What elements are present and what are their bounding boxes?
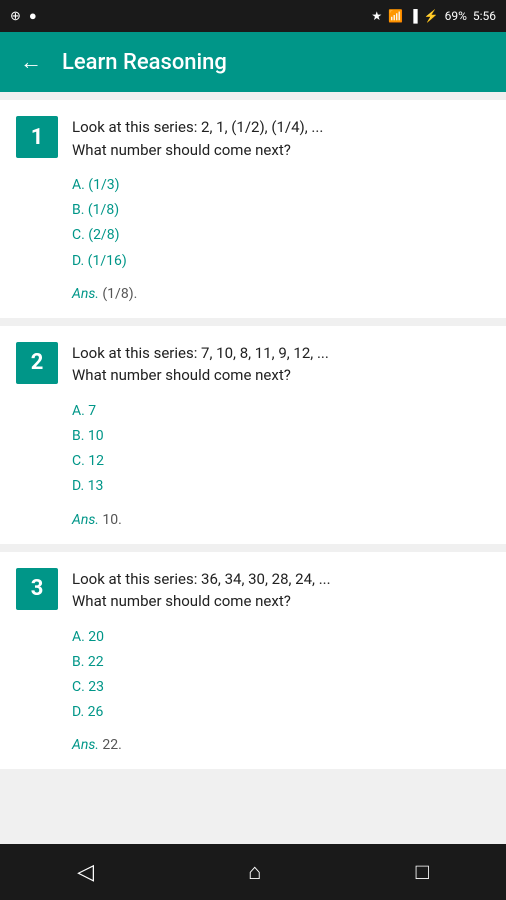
question-card-3: 3 Look at this series: 36, 34, 30, 28, 24…	[0, 552, 506, 770]
answer-1: Ans. (1/8).	[72, 286, 490, 302]
usb-icon: ⊕	[10, 9, 21, 24]
option-3-3[interactable]: C. 23	[72, 675, 490, 700]
app-bar: ← Learn Reasoning	[0, 32, 506, 92]
battery-icon: ⚡	[424, 9, 439, 23]
dot-icon: ●	[29, 8, 37, 24]
option-3-4[interactable]: D. 26	[72, 700, 490, 725]
content: 1 Look at this series: 2, 1, (1/2), (1/4)…	[0, 92, 506, 844]
question-card-1: 1 Look at this series: 2, 1, (1/2), (1/4)…	[0, 100, 506, 318]
options-3: A. 20B. 22C. 23D. 26	[72, 625, 490, 726]
home-nav-button[interactable]: ⌂	[232, 851, 277, 893]
option-1-4[interactable]: D. (1/16)	[72, 249, 490, 274]
answer-label-1: Ans.	[72, 286, 102, 302]
options-2: A. 7B. 10C. 12D. 13	[72, 399, 490, 500]
option-2-2[interactable]: B. 10	[72, 424, 490, 449]
question-text-3: Look at this series: 36, 34, 30, 28, 24,…	[72, 568, 490, 613]
answer-value-2: 10.	[102, 512, 121, 528]
answer-value-3: 22.	[102, 737, 121, 753]
app-bar-title: Learn Reasoning	[62, 50, 227, 75]
status-bar-right: ★ 📶 ▐ ⚡ 69% 5:56	[371, 9, 496, 23]
signal-icon: ▐	[409, 9, 418, 23]
back-button[interactable]: ←	[16, 45, 46, 79]
question-text-1: Look at this series: 2, 1, (1/2), (1/4),…	[72, 116, 490, 161]
question-number-3: 3	[16, 568, 58, 610]
wifi-icon: 📶	[388, 9, 403, 23]
option-1-1[interactable]: A. (1/3)	[72, 173, 490, 198]
option-1-3[interactable]: C. (2/8)	[72, 223, 490, 248]
option-2-4[interactable]: D. 13	[72, 474, 490, 499]
option-3-2[interactable]: B. 22	[72, 650, 490, 675]
answer-2: Ans. 10.	[72, 512, 490, 528]
time: 5:56	[473, 9, 496, 23]
question-header-1: 1 Look at this series: 2, 1, (1/2), (1/4)…	[16, 116, 490, 161]
options-1: A. (1/3)B. (1/8)C. (2/8)D. (1/16)	[72, 173, 490, 274]
battery-percent: 69%	[445, 9, 467, 23]
question-number-2: 2	[16, 342, 58, 384]
status-bar: ⊕ ● ★ 📶 ▐ ⚡ 69% 5:56	[0, 0, 506, 32]
answer-label-2: Ans.	[72, 512, 102, 528]
answer-value-1: (1/8).	[102, 286, 137, 302]
question-header-2: 2 Look at this series: 7, 10, 8, 11, 9, 1…	[16, 342, 490, 387]
question-number-1: 1	[16, 116, 58, 158]
answer-label-3: Ans.	[72, 737, 102, 753]
back-nav-button[interactable]: ◁	[61, 851, 110, 893]
question-card-2: 2 Look at this series: 7, 10, 8, 11, 9, 1…	[0, 326, 506, 544]
option-3-1[interactable]: A. 20	[72, 625, 490, 650]
option-2-3[interactable]: C. 12	[72, 449, 490, 474]
question-text-2: Look at this series: 7, 10, 8, 11, 9, 12…	[72, 342, 490, 387]
question-header-3: 3 Look at this series: 36, 34, 30, 28, 24…	[16, 568, 490, 613]
bottom-nav: ◁ ⌂ □	[0, 844, 506, 900]
answer-3: Ans. 22.	[72, 737, 490, 753]
recents-nav-button[interactable]: □	[400, 851, 445, 893]
option-2-1[interactable]: A. 7	[72, 399, 490, 424]
status-bar-left: ⊕ ●	[10, 8, 37, 24]
option-1-2[interactable]: B. (1/8)	[72, 198, 490, 223]
star-icon: ★	[371, 9, 382, 23]
